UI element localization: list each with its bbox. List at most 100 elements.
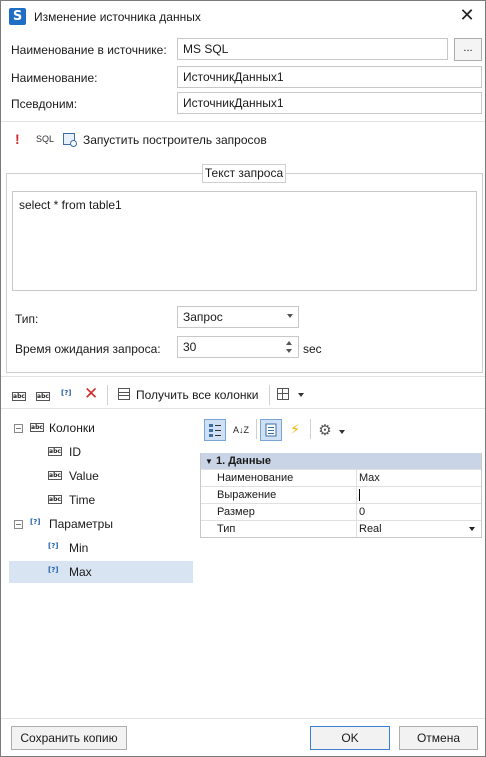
source-name-label: Наименование в источнике: bbox=[11, 43, 167, 57]
property-name: Тип bbox=[217, 523, 236, 535]
alias-field[interactable]: ИсточникДанных1 bbox=[177, 92, 482, 114]
tree-node-label: Колонки bbox=[49, 421, 95, 435]
text-column-icon: abc bbox=[48, 447, 62, 456]
name-field[interactable]: ИсточникДанных1 bbox=[177, 66, 482, 88]
property-row[interactable]: Размер 0 bbox=[201, 503, 481, 520]
timeout-unit: sec bbox=[303, 342, 322, 356]
divider bbox=[1, 408, 485, 409]
source-name-field[interactable]: MS SQL bbox=[177, 38, 448, 60]
get-columns-icon[interactable] bbox=[118, 388, 130, 400]
app-logo-icon: S bbox=[9, 8, 26, 25]
property-value-field[interactable] bbox=[356, 487, 481, 503]
warning-icon[interactable]: ! bbox=[15, 131, 20, 147]
property-category[interactable]: ▼ 1. Данные bbox=[201, 453, 481, 469]
lightning-events-icon[interactable]: ⚡ bbox=[284, 419, 306, 441]
parameter-icon: [?] bbox=[48, 566, 59, 574]
properties-panel: A↓Z ⚡ ⚙ ▼ 1. Данные Наименование Max Выр… bbox=[200, 415, 483, 715]
sql-button[interactable]: SQL bbox=[36, 134, 54, 144]
divider bbox=[1, 121, 485, 122]
divider bbox=[1, 376, 485, 377]
spin-down-icon[interactable] bbox=[286, 349, 292, 353]
query-group-caption: Текст запроса bbox=[202, 164, 286, 183]
get-all-columns-button[interactable]: Получить все колонки bbox=[136, 388, 259, 402]
tree-node-parameters[interactable]: − [?] Параметры bbox=[9, 513, 193, 535]
query-builder-icon[interactable] bbox=[63, 133, 77, 147]
table-icon[interactable] bbox=[277, 388, 289, 400]
toolbar-separator bbox=[310, 419, 311, 439]
property-grid: ▼ 1. Данные Наименование Max Выражение Р… bbox=[200, 453, 482, 538]
type-select[interactable]: Запрос bbox=[177, 306, 299, 328]
tree-node-label: Max bbox=[69, 565, 92, 579]
tree-node-columns[interactable]: − abc Колонки bbox=[9, 417, 193, 439]
browse-source-button[interactable]: ... bbox=[454, 38, 482, 61]
properties-view-button[interactable] bbox=[260, 419, 282, 441]
sort-az-icon[interactable]: A↓Z bbox=[230, 419, 252, 441]
property-row[interactable]: Тип Real bbox=[201, 520, 481, 537]
toolbar-separator bbox=[269, 385, 270, 405]
type-label: Тип: bbox=[15, 312, 39, 326]
tree-node-label: Value bbox=[69, 469, 99, 483]
property-value-field[interactable]: 0 bbox=[356, 504, 481, 520]
categorized-icon bbox=[209, 424, 221, 437]
chevron-down-icon[interactable] bbox=[339, 430, 345, 434]
toolbar-separator bbox=[256, 419, 257, 439]
categorized-view-button[interactable] bbox=[204, 419, 226, 441]
add-column-icon[interactable]: abc bbox=[12, 387, 27, 401]
timeout-label: Время ожидания запроса: bbox=[15, 342, 161, 356]
save-copy-button[interactable]: Сохранить копию bbox=[11, 726, 127, 750]
tree-node-parameter[interactable]: [?] Min bbox=[9, 537, 193, 559]
parameter-icon: [?] bbox=[48, 542, 59, 550]
query-text-area[interactable]: select * from table1 bbox=[12, 191, 477, 291]
parameter-icon: [?] bbox=[30, 518, 41, 526]
collapse-icon[interactable]: − bbox=[14, 424, 23, 433]
dialog-window: S Изменение источника данных ✕ Наименова… bbox=[0, 0, 486, 757]
type-select-value: Запрос bbox=[183, 310, 223, 324]
gear-icon[interactable]: ⚙ bbox=[314, 419, 336, 441]
property-name: Наименование bbox=[217, 472, 294, 484]
columns-tree: − abc Колонки abc ID abc Value abc Time … bbox=[9, 415, 193, 711]
chevron-down-icon bbox=[287, 314, 293, 318]
add-calculated-column-icon[interactable]: abc bbox=[36, 387, 51, 401]
text-column-icon: abc bbox=[30, 423, 44, 432]
name-label: Наименование: bbox=[11, 71, 98, 85]
tree-node-parameter-selected[interactable]: [?] Max bbox=[9, 561, 193, 583]
query-builder-button[interactable]: Запустить построитель запросов bbox=[83, 133, 267, 147]
text-column-icon: abc bbox=[48, 495, 62, 504]
tree-node-label: Time bbox=[69, 493, 96, 507]
add-parameter-icon[interactable]: [?] bbox=[61, 389, 75, 401]
text-cursor bbox=[359, 489, 360, 501]
ok-button[interactable]: OK bbox=[310, 726, 390, 750]
spin-up-icon[interactable] bbox=[286, 341, 292, 345]
collapse-icon[interactable]: − bbox=[14, 520, 23, 529]
property-row[interactable]: Наименование Max bbox=[201, 469, 481, 486]
tree-node-column[interactable]: abc ID bbox=[9, 441, 193, 463]
delete-icon[interactable]: ✕ bbox=[84, 384, 98, 404]
title-bar: S Изменение источника данных ✕ bbox=[1, 1, 485, 33]
property-value-field[interactable]: Max bbox=[356, 470, 481, 486]
timeout-value: 30 bbox=[183, 340, 197, 354]
text-column-icon: abc bbox=[48, 471, 62, 480]
property-row[interactable]: Выражение bbox=[201, 486, 481, 503]
category-label: 1. Данные bbox=[215, 455, 271, 467]
alias-label: Псевдоним: bbox=[11, 97, 78, 111]
chevron-down-icon[interactable] bbox=[298, 393, 304, 397]
property-list-icon bbox=[265, 423, 277, 437]
window-title: Изменение источника данных bbox=[34, 10, 201, 24]
tree-node-label: Параметры bbox=[49, 517, 113, 531]
tree-node-label: Min bbox=[69, 541, 89, 555]
divider bbox=[1, 718, 485, 719]
toolbar-separator bbox=[107, 385, 108, 405]
tree-node-column[interactable]: abc Time bbox=[9, 489, 193, 511]
timeout-stepper[interactable]: 30 bbox=[177, 336, 299, 358]
cancel-button[interactable]: Отмена bbox=[399, 726, 478, 750]
close-icon[interactable]: ✕ bbox=[455, 5, 479, 29]
property-value: Real bbox=[359, 523, 382, 535]
properties-toolbar: A↓Z ⚡ ⚙ bbox=[200, 415, 483, 447]
chevron-down-icon bbox=[469, 527, 475, 531]
tree-node-label: ID bbox=[69, 445, 81, 459]
property-value-select[interactable]: Real bbox=[356, 521, 481, 537]
tree-node-column[interactable]: abc Value bbox=[9, 465, 193, 487]
collapse-triangle-icon: ▼ bbox=[205, 457, 213, 466]
property-name: Выражение bbox=[217, 489, 277, 501]
columns-toolbar: abc abc [?] ✕ Получить все колонки bbox=[1, 381, 485, 409]
